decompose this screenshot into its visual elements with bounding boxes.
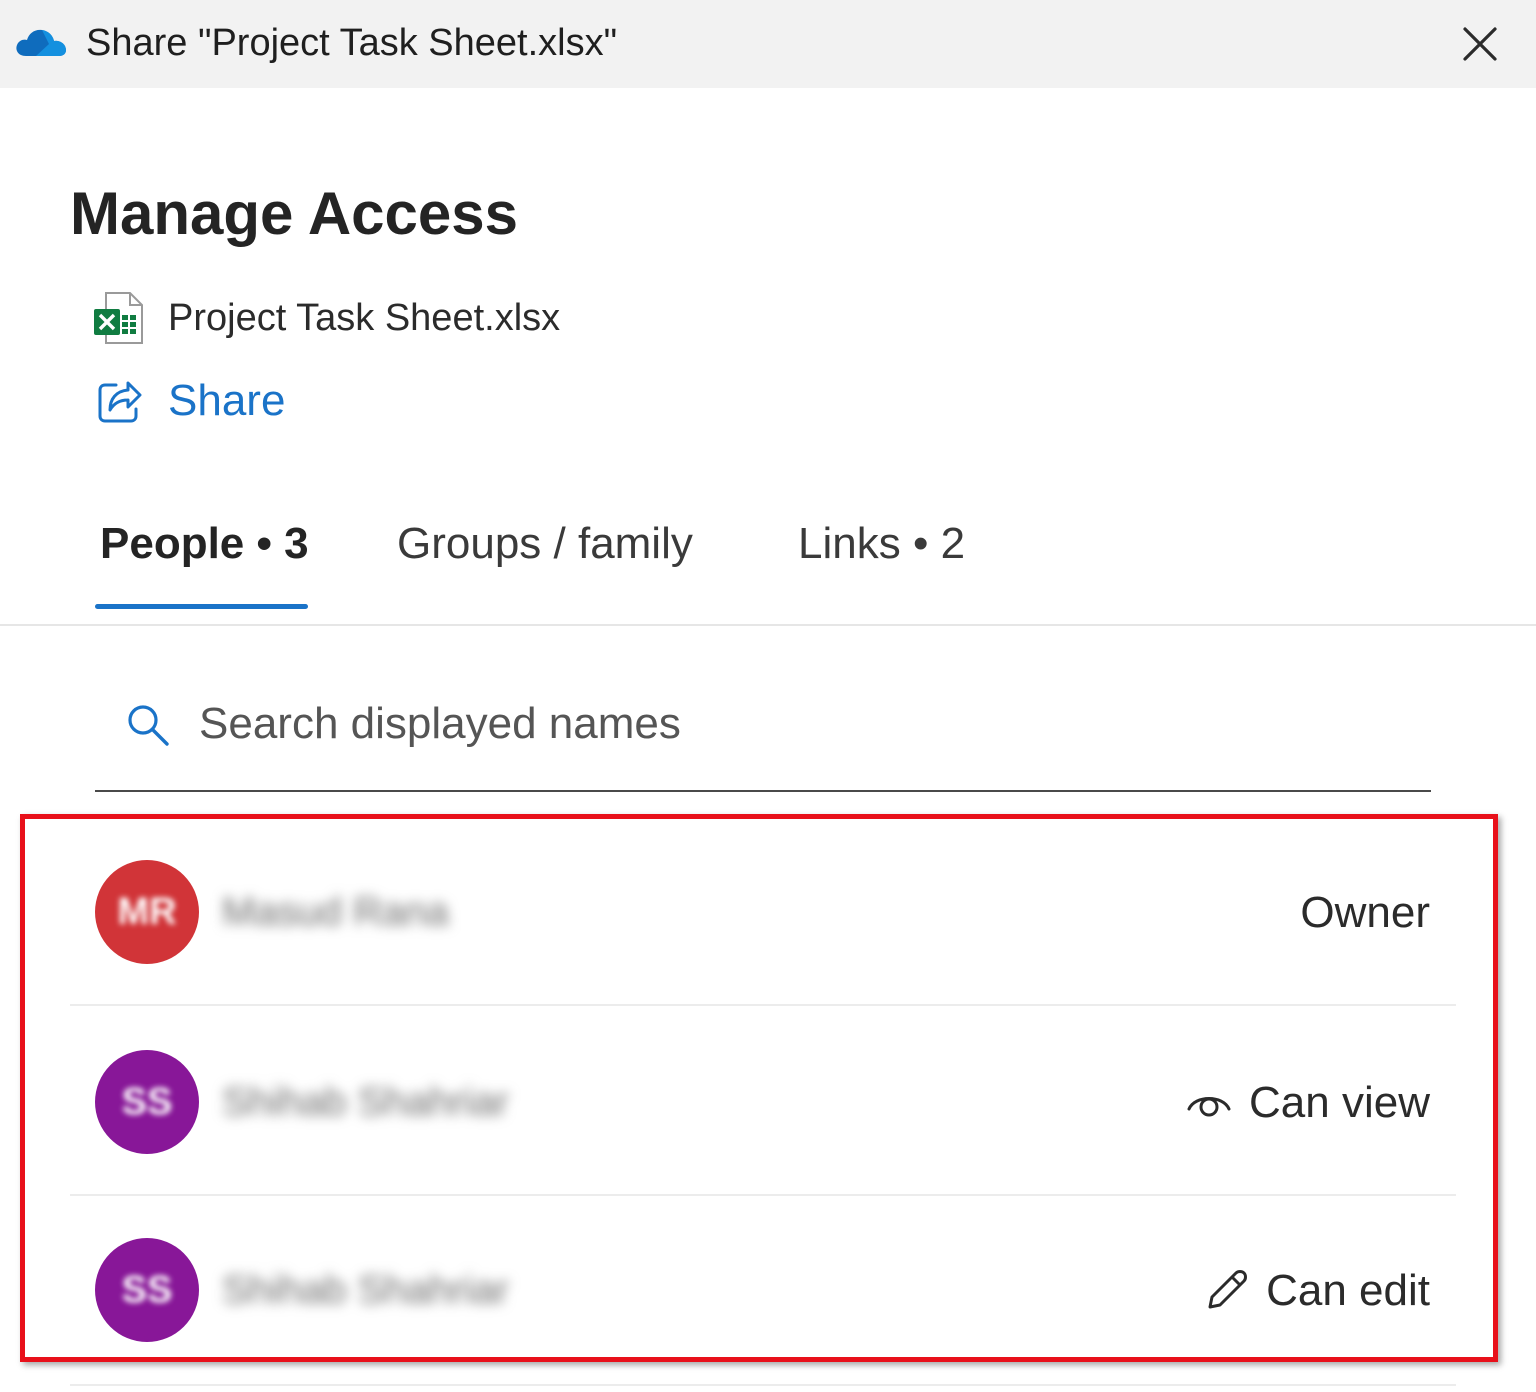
row-divider <box>70 1384 1456 1386</box>
highlight-box <box>20 814 1498 1362</box>
close-icon <box>1463 27 1497 61</box>
dialog-heading: Manage Access <box>70 180 519 247</box>
window-title: Share "Project Task Sheet.xlsx" <box>86 22 618 64</box>
excel-file-icon <box>94 292 143 344</box>
tabs-divider <box>0 624 1536 626</box>
share-icon <box>98 381 142 423</box>
tab-groups-family[interactable]: Groups / family <box>397 514 693 574</box>
access-tabs: People • 3 Groups / family Links • 2 <box>0 506 1536 626</box>
title-bar: Share "Project Task Sheet.xlsx" <box>0 0 1536 88</box>
share-label: Share <box>168 376 286 425</box>
close-button[interactable] <box>1452 16 1508 72</box>
onedrive-cloud-icon <box>16 29 66 56</box>
search-icon <box>128 705 169 746</box>
search-box[interactable] <box>95 680 1431 792</box>
search-input[interactable] <box>197 690 1401 758</box>
file-name: Project Task Sheet.xlsx <box>168 296 561 339</box>
share-link[interactable]: Share <box>96 372 285 430</box>
tab-links[interactable]: Links • 2 <box>798 514 965 574</box>
tab-people[interactable]: People • 3 <box>100 514 309 574</box>
file-info: Project Task Sheet.xlsx <box>92 290 560 346</box>
active-tab-indicator <box>95 604 308 609</box>
